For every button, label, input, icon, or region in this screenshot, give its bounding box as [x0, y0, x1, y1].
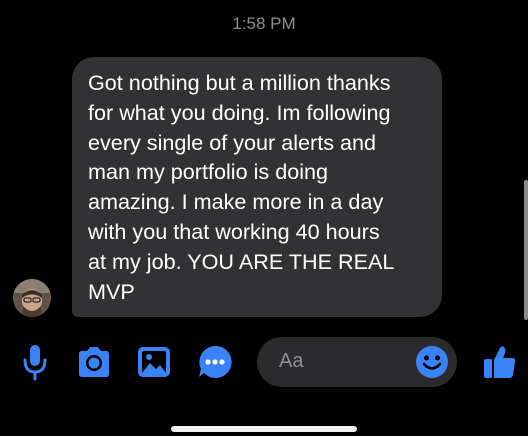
emoji-button[interactable] [415, 345, 449, 379]
message-line: for what you doing. Im following [88, 99, 391, 125]
message-line: at my job. YOU ARE THE REAL [88, 248, 395, 274]
message-timestamp: 1:58 PM [232, 14, 296, 33]
message-bubble[interactable]: Got nothing but a million thanks for wha… [72, 57, 442, 317]
message-line: with you that working 40 hours [88, 218, 380, 244]
message-line: amazing. I make more in a day [88, 189, 384, 215]
avatar[interactable] [13, 279, 51, 317]
more-icon [199, 345, 232, 378]
microphone-icon [23, 345, 47, 381]
camera-icon [79, 347, 109, 377]
image-icon [138, 347, 170, 377]
message-input[interactable]: Aa [257, 337, 457, 387]
more-button[interactable] [197, 343, 233, 381]
gallery-button[interactable] [136, 343, 172, 381]
thumbs-up-icon [484, 346, 516, 378]
microphone-button[interactable] [20, 343, 50, 381]
message-line: MVP [88, 278, 135, 304]
scrollbar[interactable] [524, 180, 528, 320]
message-line: every single of your alerts and [88, 129, 377, 155]
home-indicator[interactable] [171, 426, 357, 432]
avatar-photo [13, 279, 51, 317]
emoji-icon [416, 346, 448, 378]
message-line: Got nothing but a million thanks [88, 70, 391, 95]
thumbs-up-button[interactable] [482, 343, 518, 381]
message-line: man my portfolio is doing [88, 159, 329, 185]
message-input-placeholder: Aa [279, 350, 304, 372]
camera-button[interactable] [76, 343, 112, 381]
